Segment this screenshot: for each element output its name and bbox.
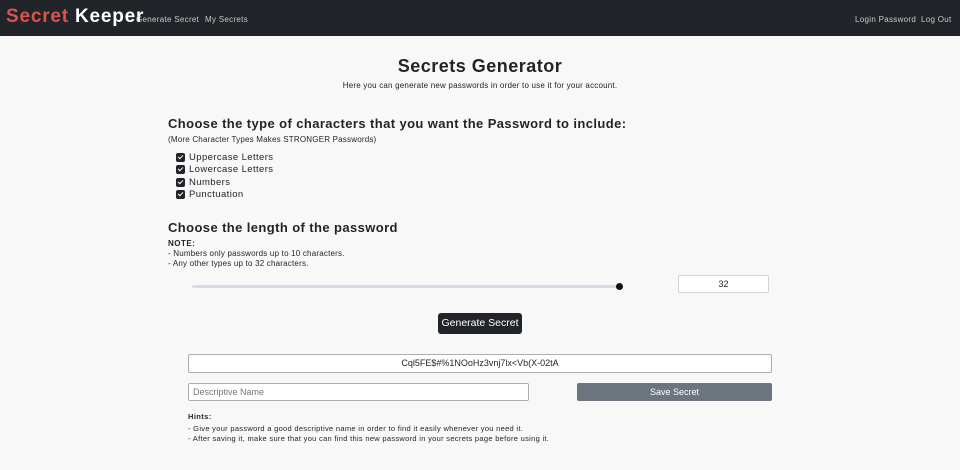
generate-secret-button[interactable]: Generate Secret xyxy=(438,313,522,334)
checkbox-lowercase[interactable]: Lowercase Letters xyxy=(176,163,273,175)
page-title: Secrets Generator xyxy=(397,56,563,76)
nav-login-password[interactable]: Login Password xyxy=(855,15,916,24)
char-types-heading: Choose the type of characters that you w… xyxy=(168,116,627,131)
checkbox-punctuation[interactable]: Punctuation xyxy=(176,188,244,200)
brand-keeper: Keeper xyxy=(75,6,145,27)
checkbox-checked-icon[interactable] xyxy=(176,164,185,174)
nav-log-out[interactable]: Log Out xyxy=(921,15,952,24)
descriptive-name-input[interactable]: Descriptive Name xyxy=(188,383,529,401)
length-slider-thumb[interactable] xyxy=(616,283,623,290)
length-slider[interactable] xyxy=(192,285,620,288)
checkbox-checked-icon[interactable] xyxy=(176,152,185,162)
generated-secret-field[interactable]: Cql5FE$#%1NOoHz3vnj7lx<Vb(X-02tA xyxy=(188,354,772,373)
checkbox-checked-icon[interactable] xyxy=(176,189,185,199)
brand-secret: Secret xyxy=(6,6,69,27)
length-note-line: - Numbers only passwords up to 10 charac… xyxy=(168,249,345,258)
checkbox-label: Numbers xyxy=(189,176,231,188)
length-note-line: - Any other types up to 32 characters. xyxy=(168,259,309,268)
nav-generate-secret[interactable]: Generate Secret xyxy=(136,15,199,24)
length-heading: Choose the length of the password xyxy=(168,220,398,235)
checkbox-label: Uppercase Letters xyxy=(189,151,274,163)
save-secret-button[interactable]: Save Secret xyxy=(577,383,772,401)
nav-my-secrets[interactable]: My Secrets xyxy=(205,15,248,24)
checkbox-label: Lowercase Letters xyxy=(189,163,274,175)
checkbox-numbers[interactable]: Numbers xyxy=(176,176,230,188)
checkbox-label: Punctuation xyxy=(189,188,244,200)
length-input[interactable]: 32 xyxy=(678,275,769,293)
hint-line: - After saving it, make sure that you ca… xyxy=(188,434,550,443)
length-note-title: NOTE: xyxy=(168,239,196,248)
checkbox-checked-icon[interactable] xyxy=(176,177,185,187)
char-types-note: (More Character Types Makes STRONGER Pas… xyxy=(168,135,377,144)
hints-title: Hints: xyxy=(188,412,212,421)
checkbox-uppercase[interactable]: Uppercase Letters xyxy=(176,151,273,163)
page-subtitle: Here you can generate new passwords in o… xyxy=(342,81,618,90)
hint-line: - Give your password a good descriptive … xyxy=(188,424,524,433)
brand-logo[interactable]: Secret Keeper xyxy=(6,6,144,28)
navbar: Secret Keeper Generate Secret My Secrets… xyxy=(0,0,960,36)
